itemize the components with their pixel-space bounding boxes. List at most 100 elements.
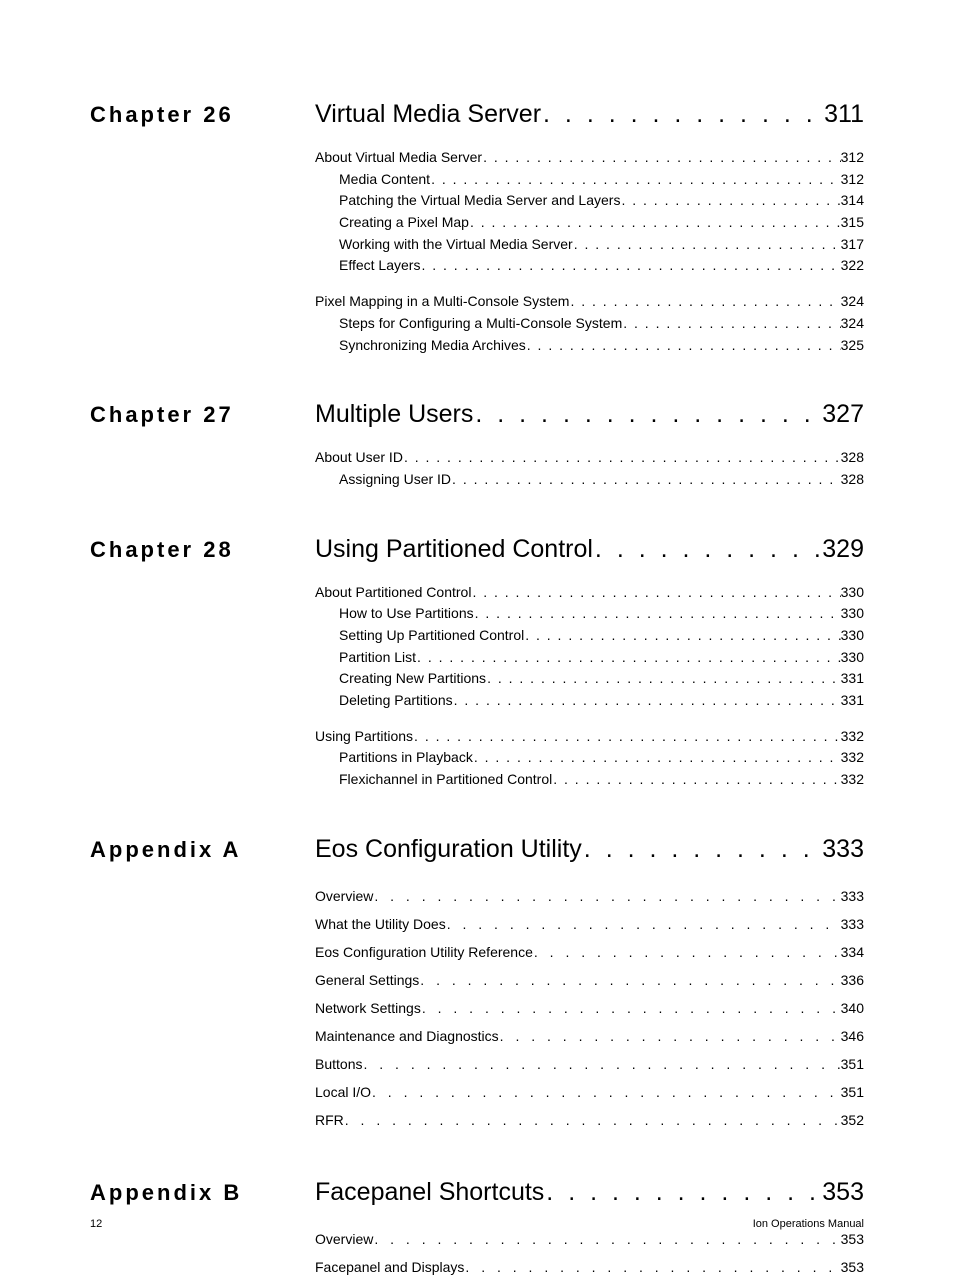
toc-entry-page: 332 — [841, 747, 864, 769]
toc-group: About Virtual Media Server . . . . . . .… — [315, 147, 864, 277]
toc-leader-dots: . . . . . . . . . . . . . . . . . . . . … — [474, 603, 841, 625]
toc-entry: Setting Up Partitioned Control . . . . .… — [315, 625, 864, 647]
toc-entry-page: 353 — [841, 1253, 864, 1281]
toc-entry: About Partitioned Control . . . . . . . … — [315, 582, 864, 604]
toc-leader-dots: . . . . . . . . . . . . . . . . . . . . … — [569, 291, 840, 313]
toc-entry-page: 333 — [841, 882, 864, 910]
toc-chapter-row: Chapter 28Using Partitioned Control . . … — [90, 535, 864, 564]
toc-entry-page: 334 — [841, 938, 864, 966]
page-number: 12 — [90, 1218, 102, 1230]
toc-entry-title: Creating New Partitions — [339, 668, 486, 690]
toc-chapter-page: 311 — [824, 100, 864, 129]
toc-entry: Maintenance and Diagnostics . . . . . . … — [315, 1022, 864, 1050]
toc-leader-dots: . . . . . . . . . . . . . . . . . . . . … — [413, 726, 841, 748]
toc-entry: Patching the Virtual Media Server and La… — [315, 190, 864, 212]
toc-entry-title: General Settings — [315, 966, 419, 994]
toc-leader-dots: . . . . . . . . . . . . . . . . . . . . … — [421, 994, 841, 1022]
toc-entry-title: Partition List — [339, 647, 416, 669]
toc-entry-title: Flexichannel in Partitioned Control — [339, 769, 552, 791]
toc-entry: Flexichannel in Partitioned Control . . … — [315, 769, 864, 791]
toc-entry-title: Synchronizing Media Archives — [339, 335, 526, 357]
toc-entry: Working with the Virtual Media Server. .… — [315, 234, 864, 256]
toc-leader-dots: . . . . . . . . . . . . . . . . . . . . … — [446, 910, 841, 938]
toc-section: Chapter 28Using Partitioned Control . . … — [90, 535, 864, 791]
toc-entry-page: 336 — [841, 966, 864, 994]
toc-leader-dots: . . . . . . . . . . . . . . . . . . . . … — [533, 938, 841, 966]
toc-entry: Facepanel and Displays . . . . . . . . .… — [315, 1253, 864, 1281]
toc-entry-title: Deleting Partitions — [339, 690, 453, 712]
toc-entry-page: 324 — [841, 291, 864, 313]
toc-entry-page: 330 — [841, 582, 864, 604]
toc-chapter-title: Virtual Media Server — [315, 100, 541, 129]
toc-leader-dots: . . . . . . . . . . . . . . . . . . . . … — [371, 1078, 841, 1106]
toc-entry-page: 351 — [841, 1078, 864, 1106]
toc-leader-dots: . . . . . . . . . . . . . . . . . . . . … — [471, 582, 840, 604]
toc-entry: Steps for Configuring a Multi-Console Sy… — [315, 313, 864, 335]
toc-chapter-label: Appendix B — [90, 1180, 315, 1206]
toc-entry-title: About User ID — [315, 447, 403, 469]
toc-entry-page: 333 — [841, 910, 864, 938]
toc-chapter-title-row: Eos Configuration Utility . . . . . . . … — [315, 835, 864, 864]
toc-chapter-title: Using Partitioned Control — [315, 535, 593, 564]
toc-entry-page: 351 — [841, 1050, 864, 1078]
toc-chapter-page: 327 — [822, 400, 864, 429]
toc-leader-dots: . . . . . . . . . . . . . . . . . . . . … — [499, 1022, 841, 1050]
toc-chapter-title: Multiple Users — [315, 400, 473, 429]
toc-entry-title: Using Partitions — [315, 726, 413, 748]
toc-leader-dots: . . . . . . . . . . . . . . . . . . . . … — [362, 1050, 840, 1078]
toc-entry: Assigning User ID . . . . . . . . . . . … — [315, 469, 864, 491]
toc-chapter-title: Facepanel Shortcuts — [315, 1178, 544, 1207]
toc-entry-page: 325 — [841, 335, 864, 357]
toc-entry: Creating a Pixel Map . . . . . . . . . .… — [315, 212, 864, 234]
toc-entry-title: Maintenance and Diagnostics — [315, 1022, 499, 1050]
toc-leader-dots: . . . . . . . . . . . . . . . . . . . . … — [344, 1106, 841, 1134]
toc-entry-page: 312 — [841, 147, 864, 169]
toc-leader-dots: . . . . . . . . . . . . . . . . . . . . … — [373, 882, 840, 910]
toc-entry: Local I/O . . . . . . . . . . . . . . . … — [315, 1078, 864, 1106]
toc-group: Using Partitions . . . . . . . . . . . .… — [315, 726, 864, 791]
toc-entry: Overview . . . . . . . . . . . . . . . .… — [315, 882, 864, 910]
toc-leader-dots: . . . . . . . . . . . . . . . . . . . . … — [482, 147, 841, 169]
toc-leader-dots: . . . . . . . . . . . . . . . . . . . . … — [582, 835, 822, 864]
toc-entry-title: About Virtual Media Server — [315, 147, 482, 169]
toc-chapter-row: Appendix BFacepanel Shortcuts. . . . . .… — [90, 1178, 864, 1207]
toc-entry-page: 330 — [841, 603, 864, 625]
toc-leader-dots: . . . . . . . . . . . . . . . . . . . . … — [573, 234, 841, 256]
toc-leader-dots: . . . . . . . . . . . . . . . . . . . . … — [524, 625, 840, 647]
toc-leader-dots: . . . . . . . . . . . . . . . . . . . . … — [526, 335, 841, 357]
toc-entry-page: 322 — [841, 255, 864, 277]
toc-entry: Buttons . . . . . . . . . . . . . . . . … — [315, 1050, 864, 1078]
toc-entry-title: Facepanel and Displays — [315, 1253, 464, 1281]
toc-leader-dots: . . . . . . . . . . . . . . . . . . . . … — [544, 1178, 822, 1207]
toc-leader-dots: . . . . . . . . . . . . . . . . . . . . … — [419, 966, 840, 994]
toc-leader-dots: . . . . . . . . . . . . . . . . . . . . … — [420, 255, 840, 277]
toc-entry-page: 328 — [841, 469, 864, 491]
toc-entry-title: Overview — [315, 882, 373, 910]
toc-entry-title: Working with the Virtual Media Server — [339, 234, 573, 256]
toc-leader-dots: . . . . . . . . . . . . . . . . . . . . … — [622, 313, 840, 335]
toc-entry: Effect Layers . . . . . . . . . . . . . … — [315, 255, 864, 277]
toc-entry-page: 317 — [841, 234, 864, 256]
toc-leader-dots: . . . . . . . . . . . . . . . . . . . . … — [473, 747, 841, 769]
toc-entry-page: 331 — [841, 668, 864, 690]
toc-leader-dots: . . . . . . . . . . . . . . . . . . . . … — [451, 469, 841, 491]
toc-entry-title: What the Utility Does — [315, 910, 446, 938]
toc-entry-page: 328 — [841, 447, 864, 469]
toc-chapter-title-row: Virtual Media Server. . . . . . . . . . … — [315, 100, 864, 129]
toc-entry: Deleting Partitions . . . . . . . . . . … — [315, 690, 864, 712]
toc-group: About User ID . . . . . . . . . . . . . .… — [315, 447, 864, 490]
toc-entry-title: RFR — [315, 1106, 344, 1134]
toc-leader-dots: . . . . . . . . . . . . . . . . . . . . … — [541, 100, 824, 129]
toc-chapter-row: Chapter 27Multiple Users. . . . . . . . … — [90, 400, 864, 429]
toc-entry-page: 315 — [841, 212, 864, 234]
toc-entry-title: Assigning User ID — [339, 469, 451, 491]
toc-chapter-title-row: Facepanel Shortcuts. . . . . . . . . . .… — [315, 1178, 864, 1207]
toc-entry-title: Partitions in Playback — [339, 747, 473, 769]
toc-chapter-row: Appendix AEos Configuration Utility . . … — [90, 835, 864, 864]
toc-entry-title: Buttons — [315, 1050, 362, 1078]
toc-entry-title: Local I/O — [315, 1078, 371, 1106]
toc-leader-dots: . . . . . . . . . . . . . . . . . . . . … — [430, 169, 841, 191]
toc-leader-dots: . . . . . . . . . . . . . . . . . . . . … — [552, 769, 840, 791]
toc-entry-page: 312 — [841, 169, 864, 191]
toc-entry-title: Creating a Pixel Map — [339, 212, 469, 234]
